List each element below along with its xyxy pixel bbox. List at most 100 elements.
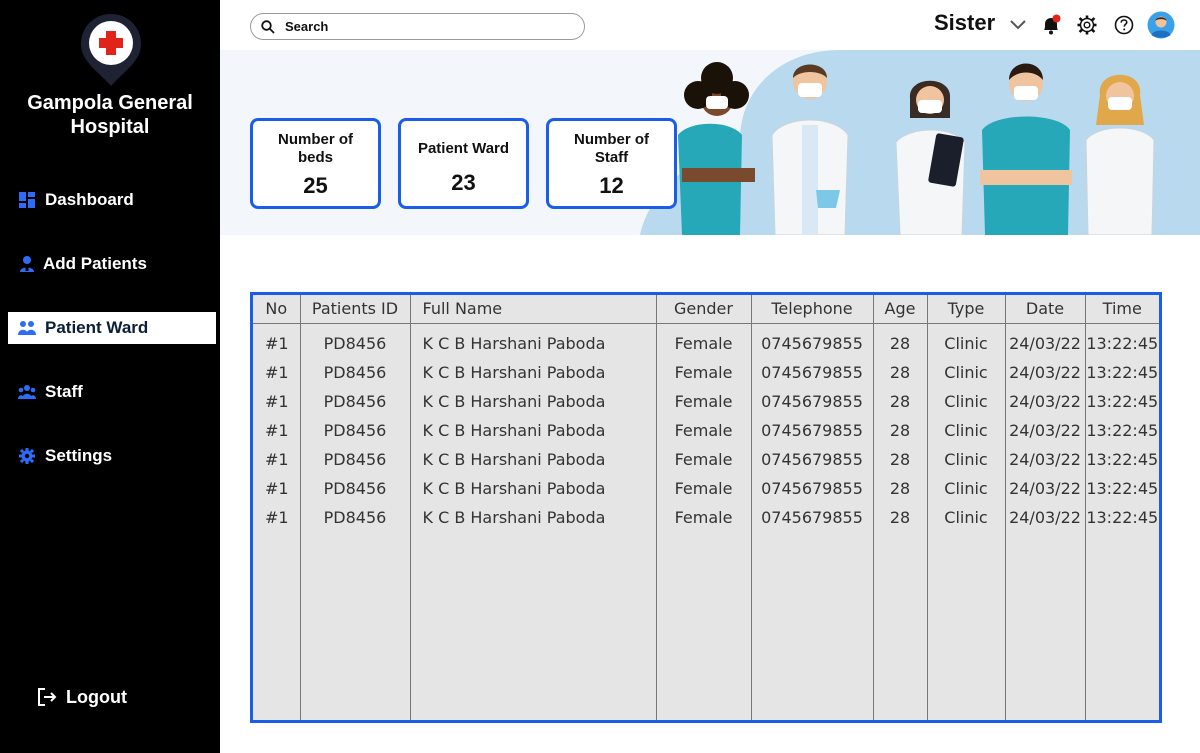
cell-full-name: K C B Harshani Paboda bbox=[410, 358, 657, 387]
cell-date: 24/03/22 bbox=[1005, 445, 1086, 474]
gear-icon bbox=[1077, 15, 1097, 35]
cell-telephone: 0745679855 bbox=[751, 387, 874, 416]
stat-card-staff: Number of Staff 12 bbox=[546, 118, 677, 209]
cell-no: #1 bbox=[253, 387, 301, 416]
staff-icon bbox=[18, 383, 36, 401]
cell-patient-id: PD8456 bbox=[300, 503, 411, 532]
cell-telephone: 0745679855 bbox=[751, 474, 874, 503]
table-row[interactable]: #1 PD8456 K C B Harshani Paboda Female 07456… bbox=[253, 329, 1159, 358]
cell-age: 28 bbox=[873, 474, 928, 503]
stat-card-beds: Number of beds 25 bbox=[250, 118, 381, 209]
dashboard-icon bbox=[18, 191, 36, 209]
cell-type: Clinic bbox=[927, 474, 1006, 503]
table-row[interactable]: #1 PD8456 K C B Harshani Paboda Female 07456… bbox=[253, 445, 1159, 474]
cell-no: #1 bbox=[253, 445, 301, 474]
nav-add-patients-label: Add Patients bbox=[43, 254, 147, 273]
cell-date: 24/03/22 bbox=[1005, 416, 1086, 445]
cell-date: 24/03/22 bbox=[1005, 358, 1086, 387]
column-header-date[interactable]: Date bbox=[1005, 295, 1086, 324]
cell-no: #1 bbox=[253, 358, 301, 387]
settings-button[interactable] bbox=[1076, 14, 1098, 36]
cell-age: 28 bbox=[873, 329, 928, 358]
column-header-telephone[interactable]: Telephone bbox=[751, 295, 874, 324]
cell-no: #1 bbox=[253, 329, 301, 358]
cell-telephone: 0745679855 bbox=[751, 445, 874, 474]
hospital-name: Gampola General Hospital bbox=[27, 92, 193, 138]
nav-patient-ward[interactable]: Patient Ward bbox=[8, 312, 216, 344]
cell-age: 28 bbox=[873, 358, 928, 387]
cell-time: 13:22:45 bbox=[1086, 508, 1159, 527]
avatar-icon bbox=[1147, 11, 1175, 39]
cell-age: 28 bbox=[873, 445, 928, 474]
cell-full-name: K C B Harshani Paboda bbox=[410, 503, 657, 532]
stat-label: Number of Staff bbox=[574, 131, 649, 166]
table-header-row: No Patients ID Full Name Gender Telephon… bbox=[253, 295, 1159, 324]
cell-date: 24/03/22 bbox=[1005, 387, 1086, 416]
cell-time: 13:22:45 bbox=[1086, 363, 1159, 382]
cell-type: Clinic bbox=[927, 358, 1006, 387]
avatar[interactable] bbox=[1147, 11, 1175, 39]
table-row[interactable]: #1 PD8456 K C B Harshani Paboda Female 07456… bbox=[253, 503, 1159, 532]
search-input[interactable] bbox=[285, 19, 565, 34]
bell-icon bbox=[1044, 14, 1061, 35]
user-menu-chevron[interactable] bbox=[1007, 14, 1029, 36]
cell-patient-id: PD8456 bbox=[300, 329, 411, 358]
cell-time: 13:22:45 bbox=[1086, 392, 1159, 411]
table-row[interactable]: #1 PD8456 K C B Harshani Paboda Female 07456… bbox=[253, 387, 1159, 416]
column-header-no[interactable]: No bbox=[253, 295, 301, 324]
cell-age: 28 bbox=[873, 503, 928, 532]
stat-label: Number of beds bbox=[278, 131, 353, 166]
column-header-time[interactable]: Time bbox=[1085, 295, 1159, 324]
cell-full-name: K C B Harshani Paboda bbox=[410, 329, 657, 358]
hospital-logo bbox=[81, 14, 141, 86]
cell-telephone: 0745679855 bbox=[751, 503, 874, 532]
settings-icon bbox=[18, 447, 36, 465]
nav-dashboard[interactable]: Dashboard bbox=[8, 184, 216, 216]
stat-card-patient-ward: Patient Ward 23 bbox=[398, 118, 529, 209]
cell-type: Clinic bbox=[927, 329, 1006, 358]
stat-value: 12 bbox=[599, 173, 624, 198]
search-icon bbox=[261, 19, 275, 34]
cell-full-name: K C B Harshani Paboda bbox=[410, 474, 657, 503]
table-row[interactable]: #1 PD8456 K C B Harshani Paboda Female 07456… bbox=[253, 358, 1159, 387]
cell-time: 13:22:45 bbox=[1086, 334, 1159, 353]
cell-date: 24/03/22 bbox=[1005, 329, 1086, 358]
logout-label: Logout bbox=[66, 686, 127, 707]
logout-icon bbox=[38, 688, 57, 706]
table-empty-area bbox=[253, 532, 1159, 720]
column-header-full-name[interactable]: Full Name bbox=[410, 295, 657, 324]
stat-value: 25 bbox=[303, 173, 328, 198]
cell-gender: Female bbox=[656, 416, 752, 445]
help-button[interactable] bbox=[1113, 14, 1135, 36]
stat-value: 23 bbox=[451, 170, 476, 195]
nav-settings[interactable]: Settings bbox=[8, 440, 216, 472]
column-header-type[interactable]: Type bbox=[927, 295, 1006, 324]
cell-time: 13:22:45 bbox=[1086, 450, 1159, 469]
table-row[interactable]: #1 PD8456 K C B Harshani Paboda Female 07456… bbox=[253, 474, 1159, 503]
nav-patient-ward-label: Patient Ward bbox=[45, 318, 149, 337]
cell-date: 24/03/22 bbox=[1005, 503, 1086, 532]
cell-type: Clinic bbox=[927, 387, 1006, 416]
cell-telephone: 0745679855 bbox=[751, 329, 874, 358]
column-header-age[interactable]: Age bbox=[873, 295, 928, 324]
cell-telephone: 0745679855 bbox=[751, 416, 874, 445]
search-bar[interactable] bbox=[250, 13, 585, 40]
nav-staff[interactable]: Staff bbox=[8, 376, 216, 408]
table-body: #1 PD8456 K C B Harshani Paboda Female 07456… bbox=[253, 323, 1159, 720]
cell-full-name: K C B Harshani Paboda bbox=[410, 387, 657, 416]
cell-type: Clinic bbox=[927, 503, 1006, 532]
logout-button[interactable]: Logout bbox=[36, 686, 127, 708]
cell-full-name: K C B Harshani Paboda bbox=[410, 416, 657, 445]
cell-age: 28 bbox=[873, 416, 928, 445]
column-header-gender[interactable]: Gender bbox=[656, 295, 752, 324]
chevron-down-icon bbox=[1010, 20, 1026, 30]
column-header-patient-id[interactable]: Patients ID bbox=[300, 295, 411, 324]
nav-settings-label: Settings bbox=[45, 446, 113, 465]
sidebar: Gampola General Hospital Dashboard Add P… bbox=[0, 0, 220, 753]
notifications-button[interactable] bbox=[1040, 14, 1062, 36]
cell-patient-id: PD8456 bbox=[300, 358, 411, 387]
table-row[interactable]: #1 PD8456 K C B Harshani Paboda Female 07456… bbox=[253, 416, 1159, 445]
cell-date: 24/03/22 bbox=[1005, 474, 1086, 503]
nav-add-patients[interactable]: Add Patients bbox=[8, 248, 216, 280]
patient-table: No Patients ID Full Name Gender Telephon… bbox=[250, 292, 1162, 723]
